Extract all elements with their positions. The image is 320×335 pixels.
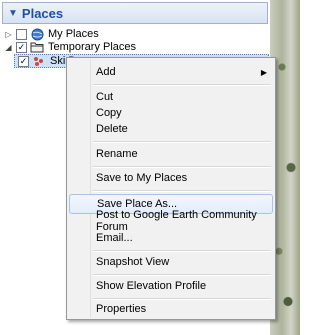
menu-item-snapshot-view[interactable]: Snapshot View <box>69 252 273 272</box>
ski-d-checkbox[interactable]: ✓ <box>18 55 29 67</box>
menu-separator <box>93 84 271 86</box>
menu-item-properties[interactable]: Properties <box>69 299 273 319</box>
menu-item-show-elevation-profile[interactable]: Show Elevation Profile <box>69 276 273 296</box>
tree-item-label: Temporary Places <box>48 41 137 53</box>
menu-item-add[interactable]: Add ▶ <box>69 62 273 82</box>
tree-item-my-places[interactable]: ▷ My Places <box>4 27 99 41</box>
globe-icon <box>30 28 44 40</box>
temporary-places-checkbox[interactable]: ✓ <box>16 41 27 53</box>
expand-arrow-icon[interactable]: ▷ <box>4 30 13 39</box>
places-title: Places <box>21 5 64 21</box>
tree-item-label: My Places <box>48 28 99 40</box>
tree-item-temporary-places[interactable]: ◢ ✓ Temporary Places <box>4 40 136 54</box>
context-menu: Add ▶ Cut Copy Delete Rename Save to My … <box>66 57 276 320</box>
menu-item-save-to-my-places[interactable]: Save to My Places <box>69 168 273 188</box>
menu-item-email[interactable]: Email... <box>69 228 273 248</box>
menu-separator <box>93 141 271 143</box>
places-header[interactable]: ▼ Places <box>2 2 268 24</box>
submenu-arrow-icon: ▶ <box>260 67 267 77</box>
menu-item-rename[interactable]: Rename <box>69 144 273 164</box>
folder-icon <box>30 41 44 53</box>
my-places-checkbox[interactable] <box>16 28 27 40</box>
collapse-triangle-icon[interactable]: ▼ <box>8 8 18 19</box>
placemark-icon <box>32 55 46 67</box>
menu-separator <box>93 190 271 192</box>
expanded-arrow-icon[interactable]: ◢ <box>4 43 13 52</box>
menu-item-delete[interactable]: Delete <box>69 119 273 139</box>
